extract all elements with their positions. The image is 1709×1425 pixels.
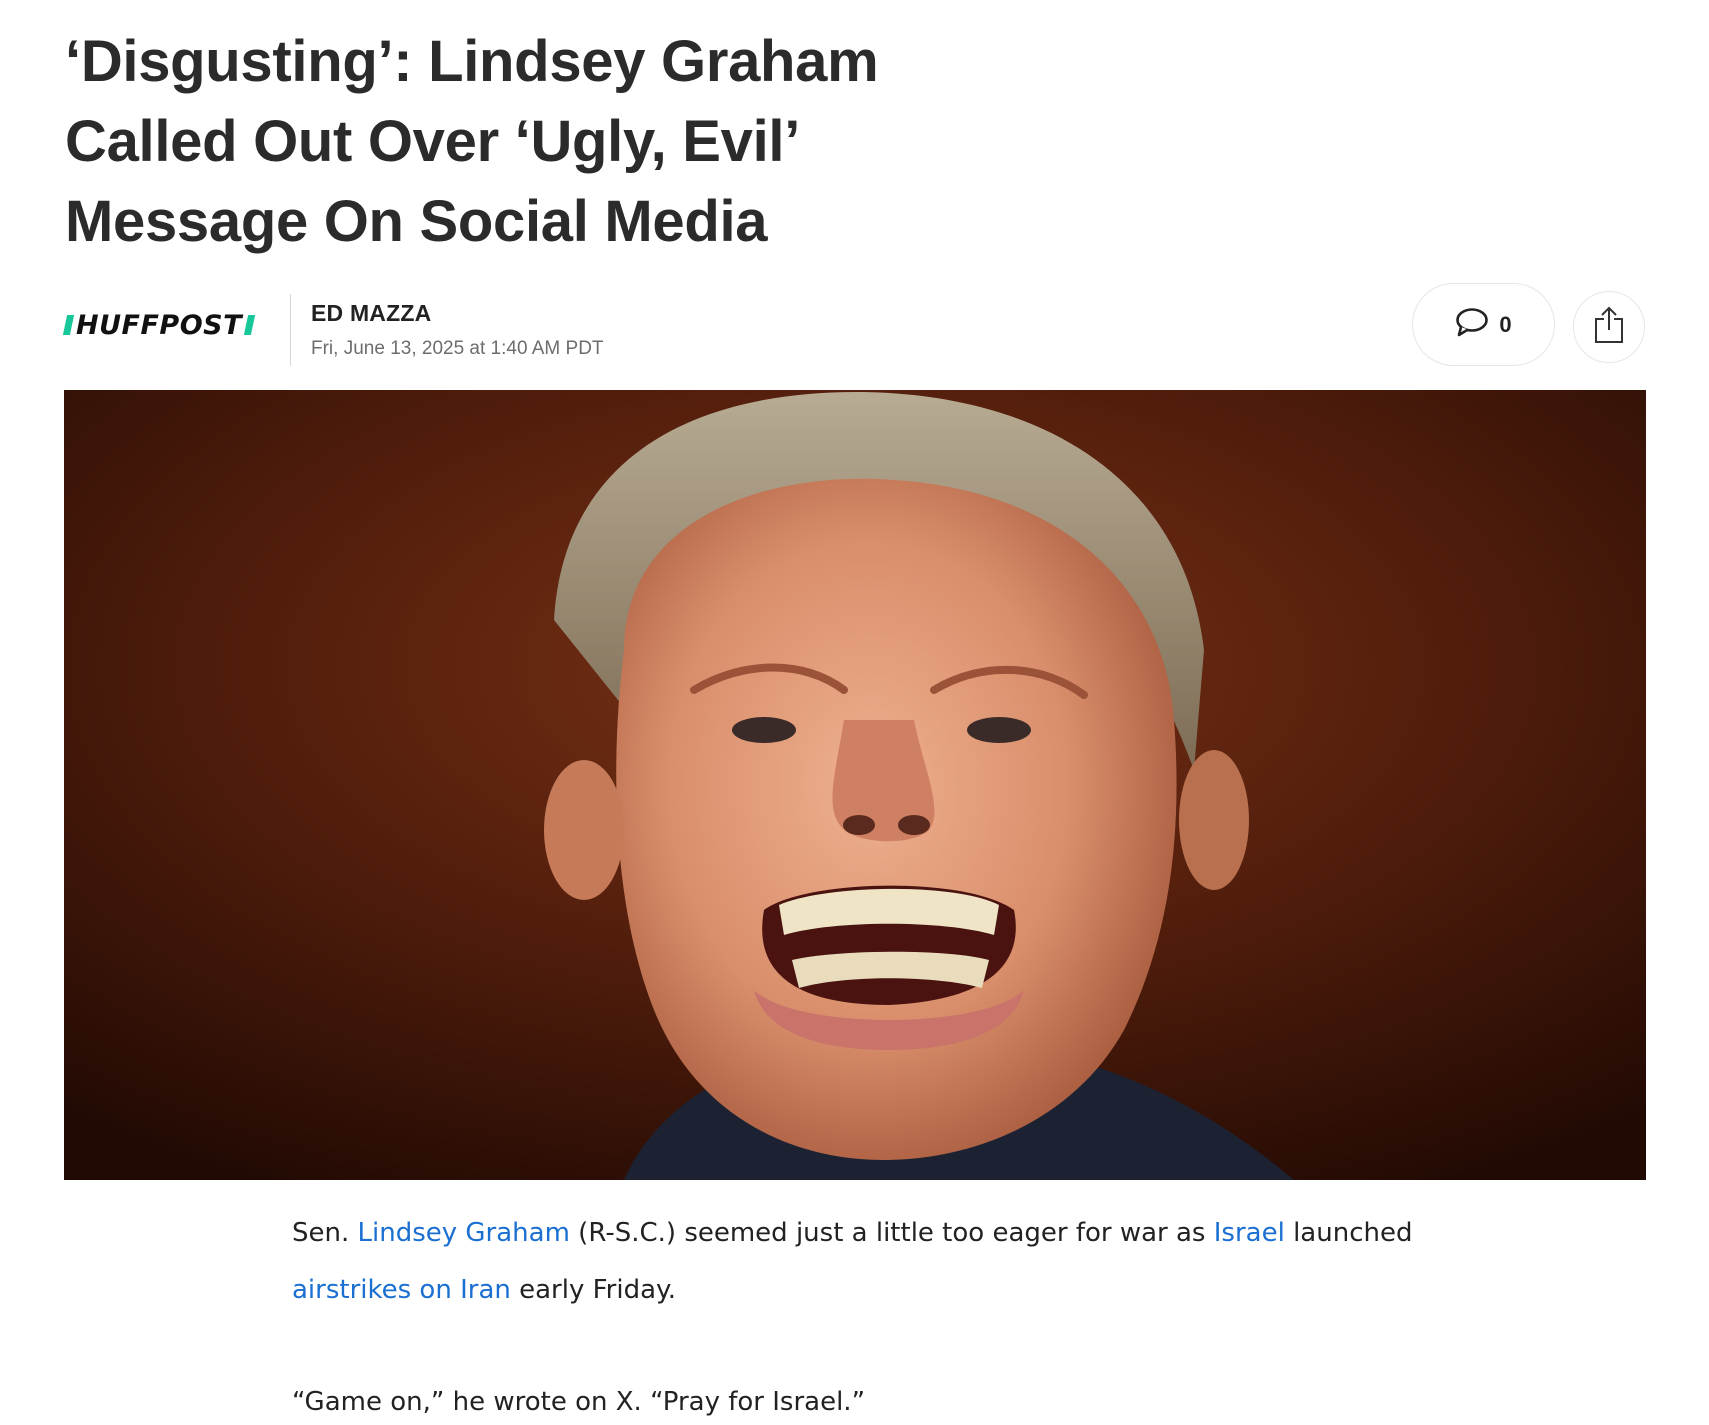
logo-left-bar bbox=[62, 315, 75, 335]
link-lindsey-graham[interactable]: Lindsey Graham bbox=[358, 1218, 570, 1248]
p1-mid: (R-S.C.) seemed just a little too eager … bbox=[569, 1218, 1214, 1248]
hero-photo bbox=[64, 390, 1646, 1180]
body-paragraph-2: “Game on,” he wrote on X. “Pray for Isra… bbox=[292, 1387, 866, 1417]
share-button[interactable] bbox=[1573, 291, 1645, 363]
byline-divider bbox=[290, 294, 291, 366]
article-body: Sen. Lindsey Graham (R-S.C.) seemed just… bbox=[292, 1205, 1442, 1425]
publish-timestamp: Fri, June 13, 2025 at 1:40 AM PDT bbox=[311, 338, 604, 359]
comment-count: 0 bbox=[1499, 311, 1512, 337]
article-page: ‘Disgusting’: Lindsey Graham Called Out … bbox=[0, 0, 1709, 1425]
speech-bubble-icon bbox=[1455, 307, 1489, 342]
headline-line-1: ‘Disgusting’: Lindsey Graham bbox=[65, 29, 879, 94]
article-headline: ‘Disgusting’: Lindsey Graham Called Out … bbox=[65, 22, 965, 262]
headline-line-2: Called Out Over ‘Ugly, Evil’ bbox=[65, 109, 801, 174]
link-israel[interactable]: Israel bbox=[1214, 1218, 1285, 1248]
headline-line-3: Message On Social Media bbox=[65, 189, 768, 254]
author-name[interactable]: ED MAZZA bbox=[311, 300, 431, 327]
logo-right-bar bbox=[243, 315, 256, 335]
p1-prefix: Sen. bbox=[292, 1218, 358, 1248]
hero-image[interactable] bbox=[64, 390, 1646, 1180]
comments-button[interactable]: 0 bbox=[1412, 283, 1555, 366]
link-airstrikes-on-iran[interactable]: airstrikes on Iran bbox=[292, 1275, 511, 1305]
p1-mid2: launched bbox=[1284, 1218, 1413, 1248]
p1-suffix: early Friday. bbox=[510, 1275, 676, 1305]
body-paragraph-1: Sen. Lindsey Graham (R-S.C.) seemed just… bbox=[292, 1205, 1442, 1319]
byline: HUFFPOST ED MAZZA Fri, June 13, 2025 at … bbox=[62, 282, 1647, 366]
huffpost-logo[interactable]: HUFFPOST bbox=[62, 309, 256, 341]
logo-wordmark: HUFFPOST bbox=[76, 309, 243, 341]
share-icon bbox=[1593, 306, 1625, 349]
